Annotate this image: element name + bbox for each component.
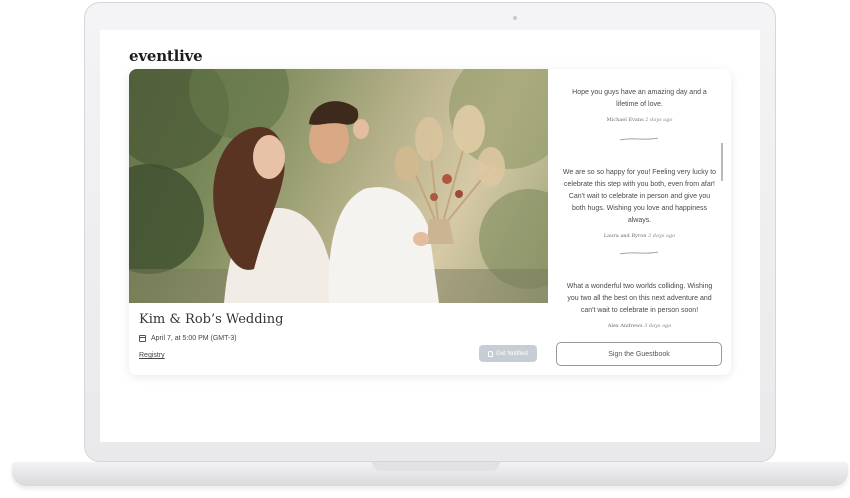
- entry-author: Alex Andrews 3 days ago: [562, 323, 717, 329]
- entry-age: 3 days ago: [644, 323, 672, 329]
- get-notified-button[interactable]: Get Notified: [479, 345, 537, 362]
- get-notified-label: Get Notified: [496, 350, 528, 357]
- laptop-notch: [372, 462, 500, 471]
- event-date: April 7, at 5:00 PM (GMT-3): [151, 335, 237, 342]
- entry-text: We are so so happy for you! Feeling very…: [562, 169, 717, 224]
- divider-flourish: [619, 137, 659, 141]
- entry-author: Laura and Byron 3 days ago: [562, 233, 717, 239]
- divider-flourish: [619, 251, 659, 255]
- laptop-base: [12, 462, 848, 486]
- registry-link[interactable]: Registry: [139, 352, 165, 359]
- screen: eventlive Kim & Rob’s Wedding April 7, a…: [100, 30, 760, 442]
- event-card: Kim & Rob’s Wedding April 7, at 5:00 PM …: [129, 69, 731, 375]
- guestbook-panel[interactable]: Hope you guys have an amazing day and a …: [548, 69, 731, 375]
- author-name: Alex Andrews: [607, 323, 643, 329]
- entry-text: What a wonderful two worlds colliding. W…: [566, 283, 713, 314]
- event-date-row: April 7, at 5:00 PM (GMT-3): [139, 335, 237, 342]
- entry-age: 2 days ago: [645, 117, 673, 123]
- guestbook-entry: We are so so happy for you! Feeling very…: [562, 167, 717, 239]
- eventlive-logo: eventlive: [129, 47, 203, 65]
- event-title: Kim & Rob’s Wedding: [139, 312, 284, 327]
- guestbook-entry: What a wonderful two worlds colliding. W…: [562, 281, 717, 329]
- calendar-icon: [139, 335, 146, 342]
- bell-icon: [488, 350, 494, 357]
- entry-author: Michael Evans 2 days ago: [562, 117, 717, 123]
- author-name: Michael Evans: [606, 117, 644, 123]
- guestbook-entry: Hope you guys have an amazing day and a …: [562, 87, 717, 123]
- sign-guestbook-button[interactable]: Sign the Guestbook: [556, 342, 722, 366]
- wedding-photo: [129, 69, 548, 303]
- author-name: Laura and Byron: [603, 233, 647, 239]
- camera-dot: [513, 16, 517, 20]
- entry-text: Hope you guys have an amazing day and a …: [572, 89, 707, 108]
- guestbook-scrollbar[interactable]: [721, 143, 723, 181]
- entry-age: 3 days ago: [648, 233, 676, 239]
